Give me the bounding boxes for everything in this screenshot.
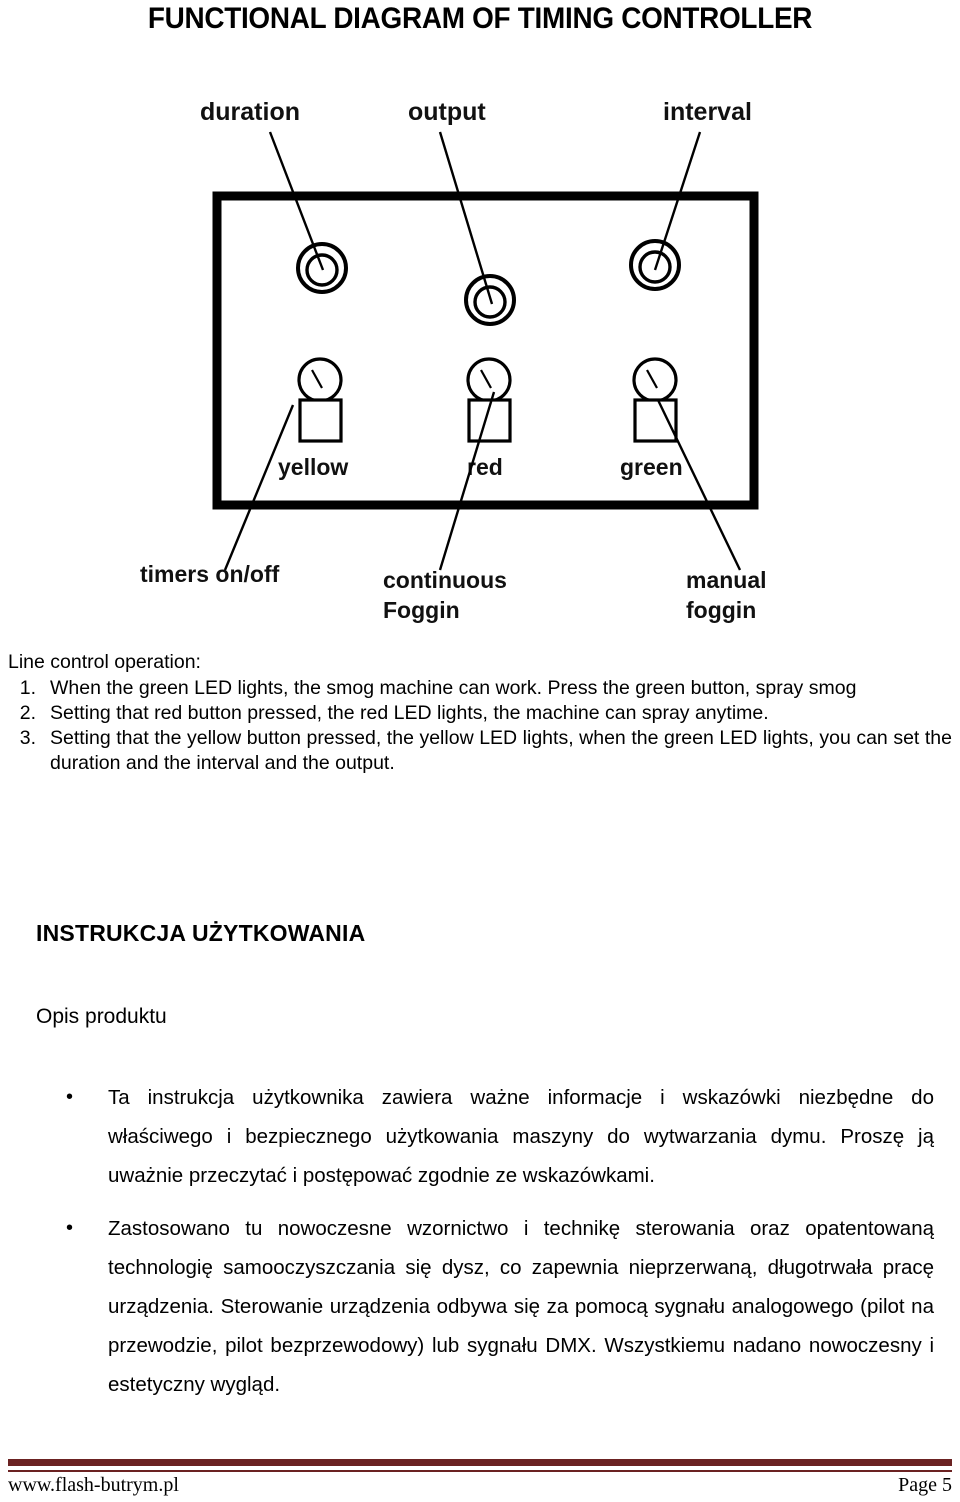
bullet-dot-icon: • bbox=[66, 1086, 74, 1108]
english-item-number-2: 2. bbox=[19, 702, 36, 724]
english-list-item-3: 3. Setting that the yellow button presse… bbox=[8, 726, 952, 776]
diagram-label-manual-foggin-line2: foggin bbox=[686, 597, 756, 623]
footer-rule-thick bbox=[8, 1459, 952, 1466]
diagram-label-continuous-foggin-line2: Foggin bbox=[383, 597, 460, 623]
led-label-yellow: yellow bbox=[278, 454, 348, 480]
footer-website: www.flash-butrym.pl bbox=[8, 1474, 179, 1496]
leader-timers bbox=[223, 404, 295, 571]
diagram-label-manual-foggin-line1: manual bbox=[686, 567, 767, 593]
leader-interval bbox=[653, 131, 702, 271]
diagram-label-duration: duration bbox=[200, 98, 300, 126]
green-button[interactable] bbox=[633, 398, 678, 443]
english-numbered-list: 1. When the green LED lights, the smog m… bbox=[8, 676, 952, 776]
footer-page-number: Page 5 bbox=[898, 1474, 952, 1496]
bullet-dot-icon: • bbox=[66, 1217, 74, 1239]
yellow-led-group[interactable]: yellow bbox=[278, 357, 348, 480]
led-label-green: green bbox=[620, 454, 683, 480]
page-title: FUNCTIONAL DIAGRAM OF TIMING CONTROLLER bbox=[147, 2, 813, 35]
diagram-label-timers-on-off: timers on/off bbox=[140, 561, 280, 587]
polish-section-subheading: Opis produktu bbox=[36, 1005, 167, 1028]
english-item-text-1: When the green LED lights, the smog mach… bbox=[50, 677, 857, 699]
footer-rule-thin bbox=[8, 1470, 952, 1472]
polish-bullet-text-1: Ta instrukcja użytkownika zawiera ważne … bbox=[108, 1086, 934, 1187]
english-item-text-2: Setting that red button pressed, the red… bbox=[50, 702, 769, 724]
red-led bbox=[466, 357, 512, 403]
polish-bullet-text-2: Zastosowano tu nowoczesne wzornictwo i t… bbox=[108, 1217, 934, 1396]
interval-knob[interactable] bbox=[629, 239, 681, 291]
diagram-label-continuous-foggin-line1: continuous bbox=[383, 567, 507, 593]
functional-diagram: duration output interval yellow red gree… bbox=[0, 70, 960, 630]
yellow-led bbox=[297, 357, 343, 403]
footer: www.flash-butrym.pl Page 5 bbox=[8, 1474, 952, 1497]
polish-bullet-1: • Ta instrukcja użytkownika zawiera ważn… bbox=[62, 1078, 934, 1195]
leader-manual bbox=[656, 399, 742, 571]
english-list-item-2: 2. Setting that red button pressed, the … bbox=[8, 701, 952, 726]
leader-continuous bbox=[438, 391, 496, 571]
polish-body: • Ta instrukcja użytkownika zawiera ważn… bbox=[62, 1078, 934, 1418]
english-item-text-3: Setting that the yellow button pressed, … bbox=[50, 727, 952, 774]
polish-bullet-2: • Zastosowano tu nowoczesne wzornictwo i… bbox=[62, 1209, 934, 1404]
english-item-number-1: 1. bbox=[19, 677, 36, 699]
leader-duration bbox=[268, 131, 325, 271]
green-led bbox=[632, 357, 678, 403]
english-instructions: Line control operation: 1. When the gree… bbox=[8, 650, 952, 776]
english-item-number-3: 3. bbox=[19, 727, 36, 749]
leader-output bbox=[438, 131, 494, 305]
diagram-label-output: output bbox=[408, 98, 486, 126]
english-lead-text: Line control operation: bbox=[8, 651, 201, 673]
yellow-button[interactable] bbox=[298, 398, 343, 443]
english-list-item-1: 1. When the green LED lights, the smog m… bbox=[8, 676, 952, 701]
diagram-label-interval: interval bbox=[663, 98, 752, 126]
polish-section-heading: INSTRUKCJA UŻYTKOWANIA bbox=[36, 920, 366, 946]
